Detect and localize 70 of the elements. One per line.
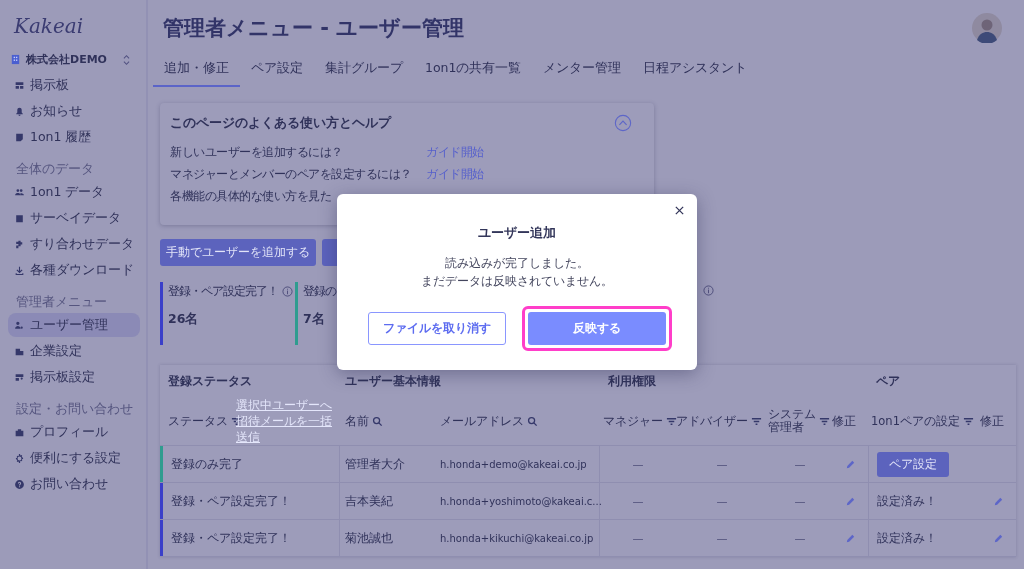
group-heading: 利用権限 <box>608 373 656 388</box>
help-question: マネジャーとメンバーのペアを設定するには？ <box>170 166 413 183</box>
section-heading: 設定・お問い合わせ <box>16 401 134 418</box>
tab[interactable]: 集計グループ <box>314 54 414 87</box>
table-cell: h.honda+yoshimoto@kakeai.c... <box>440 495 602 507</box>
table-cell: h.honda+demo@kakeai.co.jp <box>440 458 587 470</box>
table-cell: h.honda+kikuchi@kakeai.co.jp <box>440 532 594 544</box>
sidebar-item[interactable]: 掲示板 <box>8 73 140 97</box>
sidebar-item[interactable]: 各種ダウンロード <box>8 258 140 282</box>
column-header: アドバイザー <box>676 413 748 429</box>
table-cell: 設定済み！ <box>877 493 937 509</box>
stat-value: 7名 <box>303 311 326 328</box>
dialog-title: ユーザー追加 <box>477 225 557 242</box>
table-cell: — <box>632 494 644 508</box>
page-title: 管理者メニュー - ユーザー管理 <box>163 15 465 42</box>
table-cell: — <box>794 457 806 471</box>
stat-label: 登録・ペア設定完了！ <box>168 284 278 299</box>
sidebar-item[interactable]: お問い合わせ <box>8 472 140 496</box>
group-heading: ユーザー基本情報 <box>345 373 441 388</box>
cancel-file-button[interactable]: ファイルを取り消す <box>368 312 506 345</box>
tab[interactable]: メンター管理 <box>532 54 633 87</box>
table-cell: — <box>794 494 806 508</box>
table-cell: 菊池誠也 <box>345 530 393 546</box>
sidebar-item[interactable]: 便利にする設定 <box>8 446 140 470</box>
logo: Kakeai <box>14 14 85 40</box>
table-cell: 登録・ペア設定完了！ <box>171 530 291 546</box>
sidebar-item[interactable]: 掲示板設定 <box>8 365 140 389</box>
sidebar-item[interactable]: ユーザー管理 <box>8 313 140 337</box>
sidebar-item[interactable]: 企業設定 <box>8 339 140 363</box>
sidebar-item[interactable]: プロフィール <box>8 420 140 444</box>
pair-setting-button[interactable]: ペア設定 <box>877 451 949 477</box>
group-heading: 登録ステータス <box>168 373 252 388</box>
table-cell: 管理者大介 <box>345 456 405 472</box>
table-cell: 登録のみ完了 <box>171 456 243 472</box>
table-cell: — <box>632 457 644 471</box>
sidebar-item[interactable]: お知らせ <box>8 99 140 123</box>
table-cell: — <box>716 494 728 508</box>
help-question: 新しいユーザーを追加するには？ <box>170 144 344 161</box>
column-header: 名前 <box>345 413 369 429</box>
sidebar-item[interactable]: サーベイデータ <box>8 206 140 230</box>
stat-label: 登録の <box>303 284 336 299</box>
sidebar-item[interactable]: すり合わせデータ <box>8 232 140 256</box>
dialog-message: まだデータは反映されていません。 <box>421 274 613 288</box>
help-title: このページのよくある使い方とヘルプ <box>170 114 391 132</box>
table-cell: 登録・ペア設定完了！ <box>171 493 291 509</box>
column-header: 修正 <box>832 413 856 429</box>
sidebar-item[interactable]: 1on1 データ <box>8 180 140 204</box>
company-switcher[interactable]: 株式会社DEMO <box>10 52 130 67</box>
tab[interactable]: 日程アシスタント <box>632 54 759 87</box>
table-cell: — <box>632 531 644 545</box>
table-cell: — <box>716 531 728 545</box>
column-header: システム管理者 <box>768 408 817 435</box>
table-cell: — <box>794 531 806 545</box>
column-header: 修正 <box>980 413 1004 429</box>
table-cell: — <box>716 457 728 471</box>
column-header: メールアドレス <box>440 413 524 429</box>
table-cell: 設定済み！ <box>877 530 937 546</box>
apply-button[interactable]: 反映する <box>528 312 666 345</box>
add-user-button[interactable]: 手動でユーザーを追加する <box>160 239 316 266</box>
column-header: マネジャー <box>603 413 663 429</box>
column-header: 1on1ペアの設定 <box>871 413 960 429</box>
sidebar-item[interactable]: 1on1 履歴 <box>8 125 140 149</box>
table-cell: 吉本美紀 <box>345 493 393 509</box>
help-question: 各機能の具体的な使い方を見た <box>170 188 332 205</box>
dialog-message: 読み込みが完了しました。 <box>445 256 589 270</box>
tab[interactable]: 追加・修正 <box>153 54 240 87</box>
stat-value: 26名 <box>168 311 200 328</box>
tab[interactable]: ペア設定 <box>240 54 314 87</box>
column-header: ステータス <box>168 413 228 429</box>
group-heading: ペア <box>876 373 900 388</box>
